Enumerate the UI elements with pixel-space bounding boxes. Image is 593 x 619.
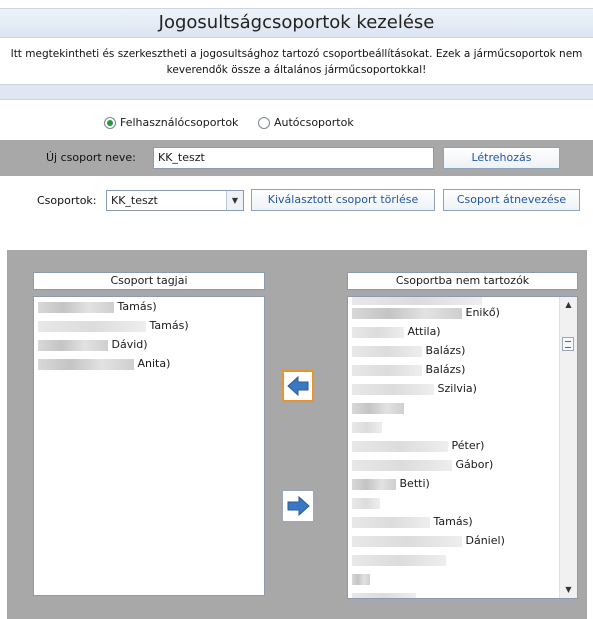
create-button[interactable]: Létrehozás	[443, 147, 560, 169]
list-item[interactable]: Tamás)	[34, 297, 264, 316]
list-item-text: Betti)	[399, 477, 430, 490]
redacted-name	[352, 326, 404, 338]
vertical-scrollbar[interactable]: ▲ ▼	[559, 297, 577, 598]
members-list[interactable]: Tamás) Tamás) Dávid) Anita)	[33, 296, 265, 596]
list-item-text: Tamás)	[149, 319, 189, 332]
new-group-label: Új csoport neve:	[46, 151, 136, 164]
list-item[interactable]: Tamás)	[34, 316, 264, 335]
redacted-name	[352, 535, 462, 547]
redacted-name	[352, 478, 396, 490]
divider-band	[0, 84, 593, 100]
radio-button[interactable]	[258, 116, 270, 129]
redacted-name	[352, 307, 462, 319]
radio-label-user-groups: Felhasználócsoportok	[120, 116, 239, 129]
list-item-text: Enikő)	[465, 306, 500, 319]
list-item[interactable]: Balázs)	[348, 360, 560, 379]
membership-panel: Csoport tagjai Tamás) Tamás) Dávid) Anit…	[7, 250, 587, 619]
list-item-text: Balázs)	[425, 363, 466, 376]
list-item[interactable]	[348, 550, 560, 569]
list-item[interactable]	[348, 417, 560, 436]
radio-button-selected[interactable]	[104, 116, 116, 129]
redacted-name	[38, 358, 134, 370]
scroll-up-icon[interactable]: ▲	[560, 297, 577, 313]
new-group-name-input[interactable]: KK_teszt	[153, 147, 434, 169]
rename-group-button[interactable]: Csoport átnevezése	[443, 189, 580, 211]
new-group-row: Új csoport neve: KK_teszt Létrehozás	[0, 140, 593, 176]
list-item-text: Tamás)	[433, 515, 473, 528]
list-item[interactable]	[348, 588, 560, 598]
redacted-name	[352, 402, 404, 414]
list-item-text: Tamás)	[117, 300, 157, 313]
non-members-list[interactable]: Enikő) Attila) Balázs) Balázs) Szilvia)	[347, 296, 578, 599]
title-bar: Jogosultságcsoportok kezelése	[0, 8, 593, 38]
scroll-down-icon[interactable]: ▼	[560, 582, 577, 598]
list-item[interactable]: Péter)	[348, 436, 560, 455]
list-item[interactable]	[348, 297, 560, 305]
list-item[interactable]: Tamás)	[348, 512, 560, 531]
redacted-name	[352, 592, 416, 598]
radio-label-car-groups: Autócsoportok	[274, 116, 354, 129]
redacted-name	[352, 383, 434, 395]
redacted-name	[38, 301, 114, 313]
list-item-text: Gábor)	[455, 458, 494, 471]
redacted-name	[352, 459, 452, 471]
list-item[interactable]	[348, 569, 560, 588]
radio-car-groups[interactable]: Autócsoportok	[258, 116, 354, 129]
groups-select-value: KK_teszt	[111, 194, 158, 207]
arrow-left-icon	[287, 375, 309, 397]
list-item-text: Péter)	[451, 439, 485, 452]
groups-select[interactable]: KK_teszt ▼	[106, 190, 244, 211]
list-item[interactable]: Gábor)	[348, 455, 560, 474]
redacted-name	[352, 497, 380, 509]
radio-user-groups[interactable]: Felhasználócsoportok	[104, 116, 238, 129]
list-item[interactable]: Enikő)	[348, 303, 560, 322]
list-item[interactable]: Betti)	[348, 474, 560, 493]
page-description: Itt megtekintheti és szerkesztheti a jog…	[10, 48, 583, 76]
redacted-name	[38, 339, 108, 351]
list-item-text: Dániel)	[465, 534, 505, 547]
groups-label: Csoportok:	[37, 194, 97, 207]
page-title: Jogosultságcsoportok kezelése	[158, 12, 435, 33]
non-members-header: Csoportba nem tartozók	[347, 272, 578, 290]
list-item[interactable]	[348, 493, 560, 512]
list-item[interactable]: Anita)	[34, 354, 264, 373]
list-item-text: Anita)	[137, 357, 171, 370]
non-members-items: Enikő) Attila) Balázs) Balázs) Szilvia)	[348, 297, 560, 598]
list-item[interactable]: Attila)	[348, 322, 560, 341]
list-item-text: Balázs)	[425, 344, 466, 357]
move-right-button[interactable]	[282, 490, 314, 522]
chevron-down-icon[interactable]: ▼	[226, 191, 243, 210]
list-item[interactable]: Dániel)	[348, 531, 560, 550]
redacted-name	[352, 554, 446, 566]
redacted-name	[38, 320, 146, 332]
list-item[interactable]: Balázs)	[348, 341, 560, 360]
redacted-name	[352, 364, 422, 376]
scrollbar-thumb[interactable]	[562, 337, 574, 351]
move-left-button[interactable]	[282, 370, 314, 402]
redacted-name	[352, 516, 430, 528]
redacted-name	[352, 345, 422, 357]
arrow-right-icon	[287, 495, 310, 517]
list-item[interactable]: Dávid)	[34, 335, 264, 354]
redacted-name	[352, 440, 448, 452]
redacted-name	[352, 573, 370, 585]
members-header: Csoport tagjai	[33, 272, 265, 290]
list-item-text: Attila)	[407, 325, 441, 338]
redacted-name	[352, 421, 382, 433]
list-item[interactable]	[348, 398, 560, 417]
list-item-text: Szilvia)	[437, 382, 477, 395]
delete-group-button[interactable]: Kiválasztott csoport törlése	[251, 189, 435, 211]
list-item-text: Dávid)	[111, 338, 148, 351]
list-item[interactable]: Szilvia)	[348, 379, 560, 398]
